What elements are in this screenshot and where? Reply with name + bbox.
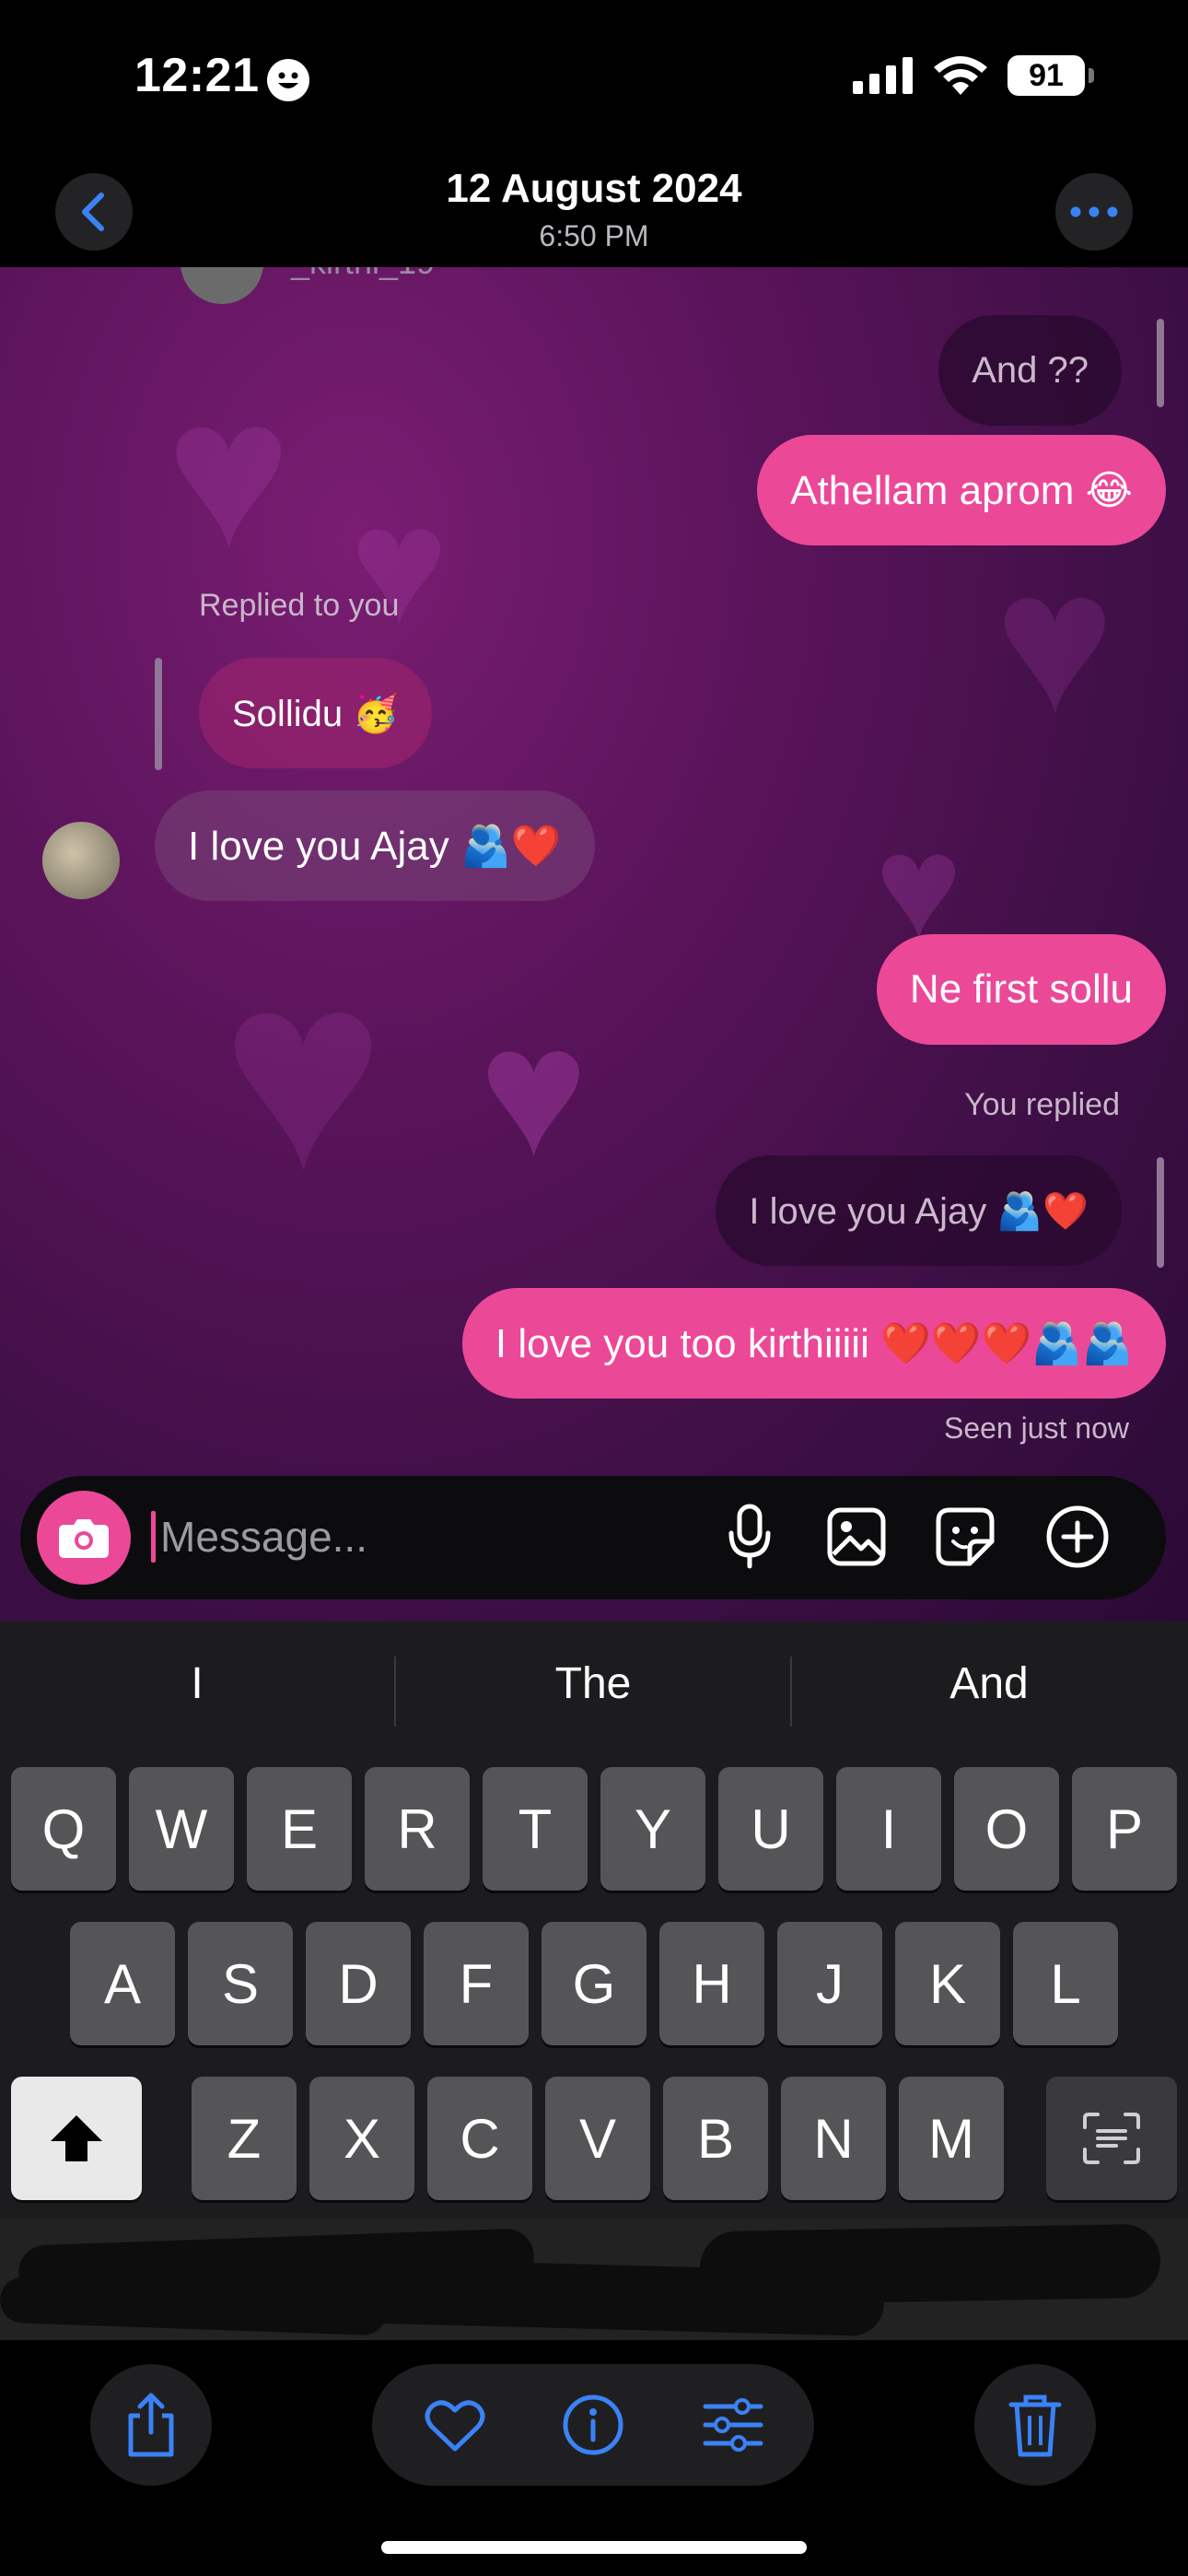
key-y[interactable]: Y [600, 1767, 705, 1891]
microphone-button[interactable] [711, 1498, 788, 1575]
username-label: _kirthi_19 [291, 267, 435, 282]
key-o[interactable]: O [954, 1767, 1059, 1891]
heart-icon [425, 2400, 485, 2452]
outgoing-message[interactable]: Athellam aprom 😂 [757, 435, 1166, 545]
redacted-area [0, 2219, 1188, 2340]
reply-context-label: You replied [964, 1087, 1120, 1122]
shift-icon [51, 2115, 102, 2161]
incoming-message[interactable]: I love you Ajay 🫂❤️ [155, 790, 595, 901]
key-t[interactable]: T [483, 1767, 588, 1891]
redaction-scribble [699, 2223, 1161, 2306]
key-v[interactable]: V [545, 2077, 650, 2200]
seen-status: Seen just now [943, 1411, 1129, 1445]
header-subtitle: 6:50 PM [539, 219, 649, 252]
key-j[interactable]: J [777, 1922, 882, 2045]
key-m[interactable]: M [899, 2077, 1004, 2200]
key-a[interactable]: A [70, 1922, 175, 2045]
info-icon [563, 2395, 623, 2455]
share-icon [128, 2393, 174, 2457]
key-f[interactable]: F [424, 1922, 529, 2045]
key-d[interactable]: D [306, 1922, 411, 2045]
reply-indicator [1157, 319, 1164, 407]
avatar [181, 267, 263, 304]
key-n[interactable]: N [781, 2077, 886, 2200]
heart-background-decor: ♥ [166, 354, 292, 591]
key-q[interactable]: Q [11, 1767, 116, 1891]
add-icon [1046, 1505, 1109, 1568]
text-cursor [151, 1511, 156, 1563]
key-i[interactable]: I [836, 1767, 941, 1891]
gallery-icon [827, 1507, 886, 1566]
battery-icon: 91 [1007, 55, 1094, 96]
status-indicators: 91 [853, 55, 1094, 96]
quoted-message[interactable]: Sollidu 🥳 [199, 658, 432, 768]
key-x[interactable]: X [309, 2077, 414, 2200]
heart-background-decor: ♥ [479, 989, 588, 1194]
key-e[interactable]: E [247, 1767, 352, 1891]
battery-level: 91 [1029, 57, 1064, 93]
delete-button[interactable] [974, 2364, 1096, 2486]
key-c[interactable]: C [427, 2077, 532, 2200]
share-button[interactable] [90, 2364, 212, 2486]
reply-indicator [155, 658, 162, 770]
camera-button[interactable] [37, 1491, 131, 1585]
scan-text-key[interactable] [1046, 2077, 1177, 2200]
trash-icon [1008, 2395, 1062, 2457]
key-h[interactable]: H [659, 1922, 764, 2045]
gallery-button[interactable] [818, 1498, 895, 1575]
suggestion[interactable]: I [0, 1658, 394, 1709]
home-indicator[interactable] [381, 2541, 807, 2554]
quoted-message[interactable]: I love you Ajay 🫂❤️ [716, 1155, 1122, 1266]
scan-text-icon [1083, 2113, 1140, 2164]
key-p[interactable]: P [1072, 1767, 1177, 1891]
key-u[interactable]: U [718, 1767, 823, 1891]
message-input[interactable] [158, 1507, 678, 1566]
adjust-button[interactable] [696, 2388, 770, 2462]
outgoing-message[interactable]: Ne first sollu [876, 934, 1166, 1045]
cellular-signal-icon [853, 57, 913, 94]
key-g[interactable]: G [542, 1922, 646, 2045]
outgoing-message[interactable]: I love you too kirthiiiii ❤️❤️❤️🫂🫂 [461, 1288, 1166, 1399]
like-button[interactable] [418, 2388, 492, 2462]
suggestion[interactable]: And [792, 1658, 1186, 1709]
sticker-icon [936, 1507, 995, 1566]
quoted-message[interactable]: And ?? [938, 315, 1122, 426]
smiley-icon [267, 59, 309, 101]
key-w[interactable]: W [129, 1767, 234, 1891]
adjust-icon [703, 2398, 763, 2452]
suggestion[interactable]: The [396, 1658, 790, 1709]
info-button[interactable] [556, 2388, 630, 2462]
more-icon [1070, 206, 1118, 217]
status-time: 12:21 [134, 49, 260, 102]
key-s[interactable]: S [188, 1922, 293, 2045]
wifi-icon [934, 56, 987, 95]
shift-key[interactable] [11, 2077, 142, 2200]
reply-indicator [1157, 1157, 1164, 1268]
heart-background-decor: ♥ [350, 473, 448, 658]
more-button[interactable] [1055, 173, 1133, 251]
key-b[interactable]: B [663, 2077, 768, 2200]
key-z[interactable]: Z [192, 2077, 297, 2200]
chat-thread[interactable]: ♥ ♥ ♥ ♥ ♥ ♥ _kirthi_19 And ?? Athellam a… [0, 267, 1188, 1622]
sticker-button[interactable] [926, 1498, 1004, 1575]
microphone-icon [728, 1504, 771, 1569]
reply-context-label: Replied to you [199, 588, 400, 623]
key-l[interactable]: L [1013, 1922, 1118, 2045]
heart-background-decor: ♥ [995, 528, 1115, 755]
key-k[interactable]: K [895, 1922, 1000, 2045]
header-title: 12 August 2024 [446, 166, 742, 211]
add-button[interactable] [1039, 1498, 1116, 1575]
heart-background-decor: ♥ [221, 917, 386, 1226]
camera-icon [59, 1519, 109, 1558]
avatar[interactable] [42, 822, 120, 899]
key-r[interactable]: R [365, 1767, 470, 1891]
